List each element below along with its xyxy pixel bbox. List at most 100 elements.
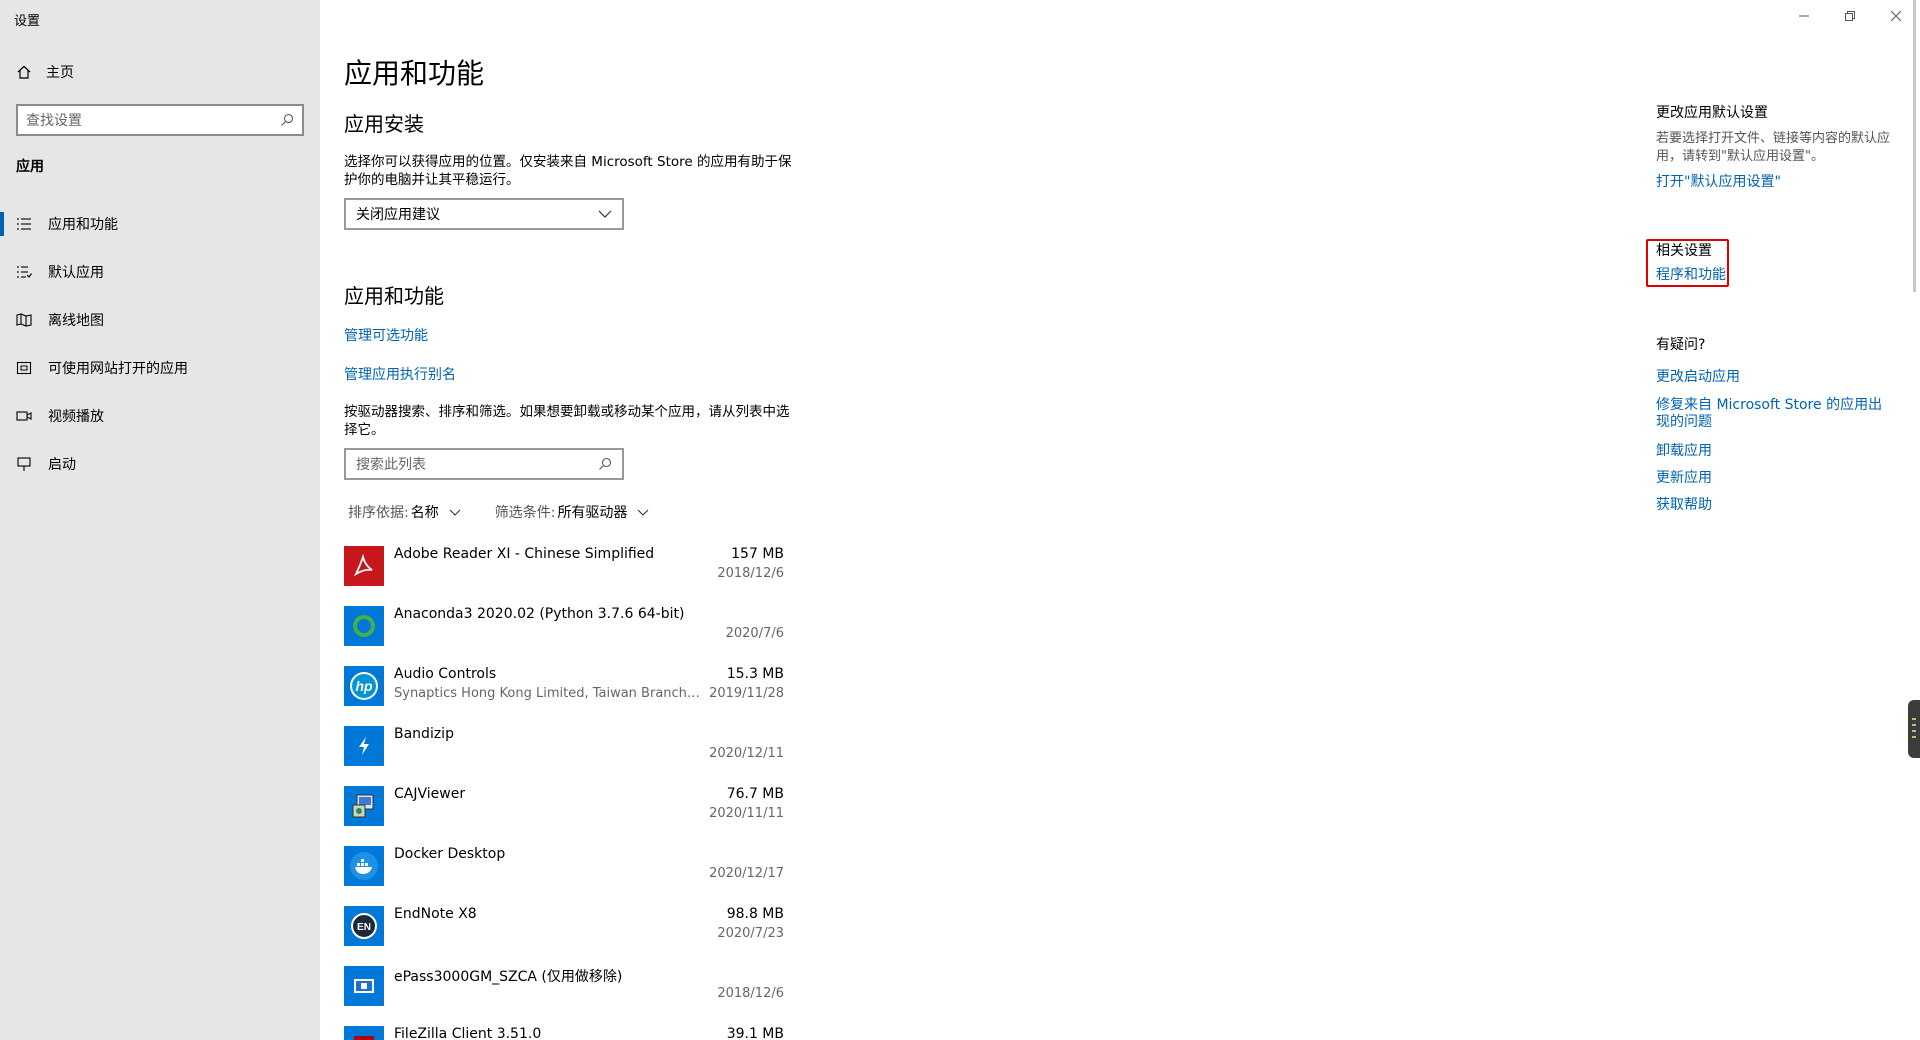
app-size: 39.1 MB [726,1026,784,1040]
app-name: ePass3000GM_SZCA (仅用做移除) [394,969,623,985]
hp-icon: hp [344,666,384,706]
app-date: 2020/7/23 [717,926,784,941]
get-help-link[interactable]: 获取帮助 [1656,497,1892,514]
sort-dropdown[interactable]: 排序依据: 名称 [348,502,461,522]
sidebar-item-startup[interactable]: 启动 [0,444,320,484]
install-description: 选择你可以获得应用的位置。仅安装来自 Microsoft Store 的应用有助… [344,154,792,188]
app-date: 2020/12/17 [709,866,784,881]
filezilla-icon: F [344,1026,384,1040]
minimize-button[interactable] [1792,6,1816,26]
active-indicator [0,212,4,236]
home-label: 主页 [46,65,74,81]
app-date: 2019/11/28 [709,686,784,701]
minimize-icon [1799,15,1809,17]
sidebar-item-label: 视频播放 [48,409,104,425]
anaconda-icon [344,606,384,646]
app-list-search-input[interactable]: 搜索此列表 [344,448,624,480]
app-size: 98.8 MB [726,906,784,922]
filter-dropdown[interactable]: 筛选条件: 所有驱动器 [495,502,650,522]
app-size: 157 MB [731,546,784,562]
app-date: 2020/11/11 [709,806,784,821]
startup-icon [17,457,31,471]
app-date: 2018/12/6 [717,986,784,1001]
scrollbar[interactable] [1913,0,1916,292]
sidebar-item-label: 离线地图 [48,313,104,329]
epass-icon [344,966,384,1006]
app-name: Anaconda3 2020.02 (Python 3.7.6 64-bit) [394,606,685,622]
website-app-icon [16,361,32,375]
app-list: Adobe Reader XI - Chinese Simplified 157… [344,544,784,1040]
filter-label: 筛选条件: [494,505,556,521]
manage-optional-features-link[interactable]: 管理可选功能 [344,325,428,345]
bandizip-icon [344,726,384,766]
app-list-item[interactable]: Adobe Reader XI - Chinese Simplified 157… [344,544,784,604]
open-default-apps-link[interactable]: 打开"默认应用设置" [1656,174,1892,191]
svg-text:EN: EN [357,922,371,933]
window-title: 设置 [14,14,41,29]
uninstall-apps-link[interactable]: 卸载应用 [1656,443,1892,460]
sidebar-item-apps-features[interactable]: 应用和功能 [0,204,320,244]
app-publisher: Synaptics Hong Kong Limited, Taiwan Bran… [394,686,704,701]
filter-value: 所有驱动器 [557,505,628,521]
endnote-icon: EN [344,906,384,946]
default-apps-description: 若要选择打开文件、链接等内容的默认应用，请转到"默认应用设置"。 [1656,131,1891,164]
sidebar-item-website-apps[interactable]: 可使用网站打开的应用 [0,348,320,388]
sort-label: 排序依据: [348,505,409,521]
app-list-item[interactable]: hp Audio Controls Synaptics Hong Kong Li… [344,664,784,724]
list-icon [17,218,31,230]
install-heading: 应用安装 [344,112,424,136]
app-list-item[interactable]: CAJViewer 76.7 MB 2020/11/11 [344,784,784,844]
default-apps-heading: 更改应用默认设置 [1656,105,1768,121]
app-name: Docker Desktop [394,846,506,862]
sidebar-item-default-apps[interactable]: 默认应用 [0,252,320,292]
main-content: 应用和功能 应用安装 选择你可以获得应用的位置。仅安装来自 Microsoft … [344,0,1574,1040]
app-list-item[interactable]: Docker Desktop 2020/12/17 [344,844,784,904]
app-list-item[interactable]: EN EndNote X8 98.8 MB 2020/7/23 [344,904,784,964]
app-date: 2020/12/11 [709,746,784,761]
app-size: 76.7 MB [726,786,784,802]
app-install-dropdown[interactable]: 关闭应用建议 [344,198,624,230]
adobe-reader-icon [344,546,384,586]
manage-app-aliases-link[interactable]: 管理应用执行别名 [344,364,456,384]
app-date: 2020/7/6 [725,626,784,641]
home-button[interactable]: 主页 [16,60,74,84]
sidebar-item-offline-maps[interactable]: 离线地图 [0,300,320,340]
sort-value: 名称 [410,505,439,521]
chevron-down-icon [638,509,649,516]
app-name: CAJViewer [394,786,466,802]
highlight-box [1646,239,1729,287]
restore-button[interactable] [1838,6,1862,26]
dropdown-value: 关闭应用建议 [356,207,440,223]
settings-search-input[interactable]: 查找设置 [16,104,304,136]
app-list-item[interactable]: F FileZilla Client 3.51.0 39.1 MB [344,1024,784,1040]
app-name: Adobe Reader XI - Chinese Simplified [394,546,655,562]
search-icon [599,457,612,470]
app-name: Bandizip [394,726,454,742]
edge-widget-handle[interactable] [1908,700,1920,758]
search-icon [281,113,294,126]
video-icon [16,411,32,421]
update-apps-link[interactable]: 更新应用 [1656,470,1892,487]
home-icon [17,65,31,79]
sidebar-item-video-playback[interactable]: 视频播放 [0,396,320,436]
fix-store-apps-link[interactable]: 修复来自 Microsoft Store 的应用出现的问题 [1656,397,1892,431]
chevron-down-icon [449,509,461,516]
close-icon [1891,11,1901,21]
map-icon [16,313,32,327]
app-list-item[interactable]: ePass3000GM_SZCA (仅用做移除) 2018/12/6 [344,964,784,1024]
close-button[interactable] [1884,6,1908,26]
related-pane: 更改应用默认设置 若要选择打开文件、链接等内容的默认应用，请转到"默认应用设置"… [1656,0,1896,1040]
restore-icon [1845,11,1855,21]
docker-icon [344,846,384,886]
settings-search-placeholder: 查找设置 [26,113,82,129]
sidebar-item-label: 默认应用 [48,265,104,281]
page-title: 应用和功能 [344,57,485,90]
app-list-item[interactable]: Anaconda3 2020.02 (Python 3.7.6 64-bit) … [344,604,784,664]
app-date: 2018/12/6 [717,566,784,581]
app-name: EndNote X8 [394,906,477,922]
settings-window: 设置 主页 查找设置 应用 应用和功能 默认应用 离线地图 可使用网站打开的应用… [0,0,1920,1040]
sidebar-section-title: 应用 [16,159,44,175]
apps-description: 按驱动器搜索、排序和筛选。如果想要卸载或移动某个应用，请从列表中选择它。 [344,404,790,438]
app-list-item[interactable]: Bandizip 2020/12/11 [344,724,784,784]
change-startup-apps-link[interactable]: 更改启动应用 [1656,369,1892,386]
